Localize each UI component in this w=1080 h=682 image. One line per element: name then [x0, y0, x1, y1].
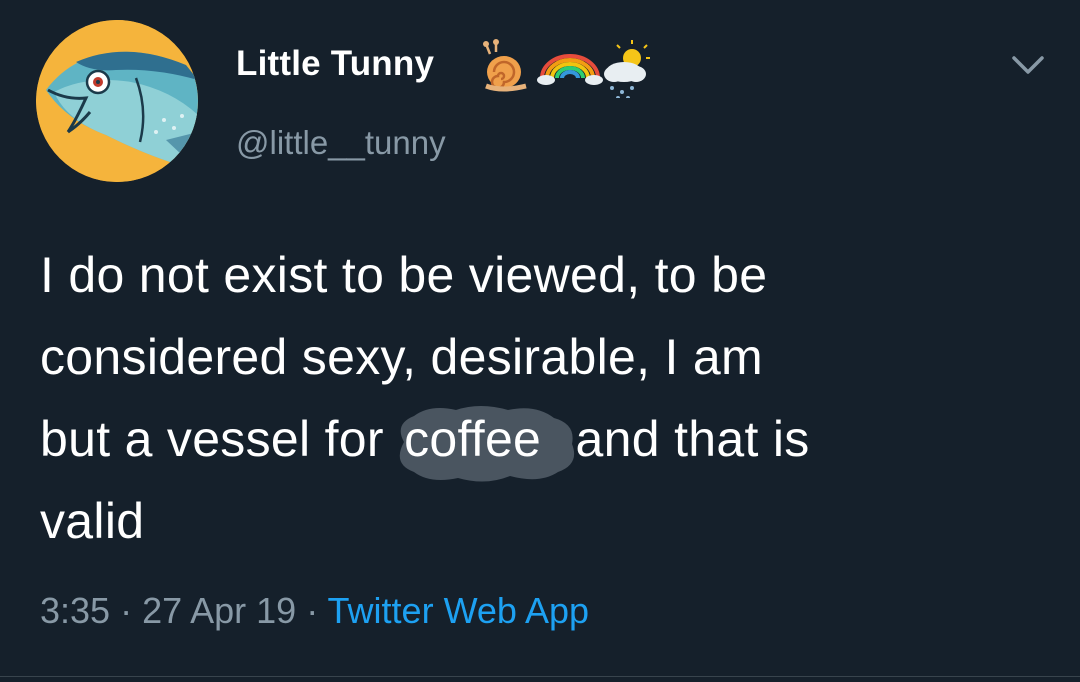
- tweet-date[interactable]: 27 Apr 19: [142, 590, 296, 631]
- handle[interactable]: @little__tunny: [236, 124, 446, 162]
- tweet: Little Tunny @little__tunny I do not exi…: [0, 0, 1080, 682]
- rainbow-icon: [537, 54, 603, 85]
- meta-separator: ·: [296, 590, 328, 631]
- divider: [0, 676, 1080, 677]
- sun-behind-rain-cloud-icon: [604, 40, 650, 100]
- tweet-metadata: 3:35 · 27 Apr 19 · Twitter Web App: [40, 590, 589, 632]
- tweet-text-line: considered sexy, desirable, I am: [40, 329, 763, 385]
- tweet-time[interactable]: 3:35: [40, 590, 110, 631]
- highlight-word-text: coffee: [404, 411, 542, 467]
- tweet-text-segment: but a vessel for: [40, 411, 399, 467]
- snail-icon: [483, 39, 527, 92]
- fish-avatar-illustration: [36, 20, 198, 182]
- chevron-down-icon[interactable]: [1008, 48, 1048, 84]
- tweet-text-line: valid: [40, 493, 145, 549]
- meta-separator: ·: [110, 590, 143, 631]
- display-name[interactable]: Little Tunny: [236, 44, 434, 84]
- tweet-text: I do not exist to be viewed, to be consi…: [40, 234, 1040, 562]
- name-emoji-group: [482, 38, 652, 100]
- tweet-text-line: I do not exist to be viewed, to be: [40, 247, 768, 303]
- tweet-text-segment: , and that is: [547, 411, 810, 467]
- avatar[interactable]: [36, 20, 198, 182]
- tweet-source-link[interactable]: Twitter Web App: [328, 590, 589, 631]
- highlighted-word: coffee: [392, 398, 575, 482]
- tweet-text-line: but a vessel for coffee, and that is: [40, 398, 1040, 482]
